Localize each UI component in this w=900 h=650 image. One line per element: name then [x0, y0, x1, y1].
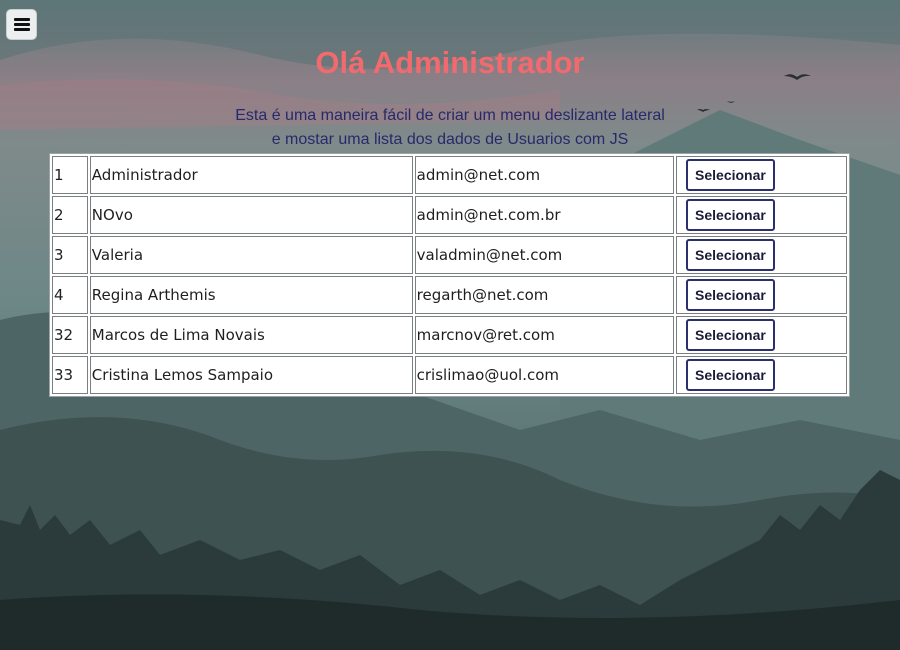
table-row: 2 NOvo admin@net.com.br Selecionar — [52, 196, 847, 234]
user-email-cell: admin@net.com.br — [414, 196, 675, 234]
user-id-cell: 4 — [52, 276, 88, 314]
user-action-cell: Selecionar — [676, 196, 847, 234]
select-user-button[interactable]: Selecionar — [686, 239, 775, 271]
user-email-cell: marcnov@ret.com — [414, 316, 675, 354]
table-row: 1 Administrador admin@net.com Selecionar — [52, 156, 847, 194]
user-id-cell: 32 — [52, 316, 88, 354]
select-user-button[interactable]: Selecionar — [686, 159, 775, 191]
select-user-button[interactable]: Selecionar — [686, 359, 775, 391]
user-email-cell: regarth@net.com — [414, 276, 675, 314]
select-user-button[interactable]: Selecionar — [686, 319, 775, 351]
user-name-cell: NOvo — [89, 196, 413, 234]
subtitle-line-1: Esta é uma maneira fácil de criar um men… — [235, 107, 665, 124]
page-subtitle: Esta é uma maneira fácil de criar um men… — [0, 104, 900, 152]
user-id-cell: 33 — [52, 356, 88, 394]
user-email-cell: admin@net.com — [414, 156, 675, 194]
user-action-cell: Selecionar — [676, 316, 847, 354]
user-name-cell: Administrador — [89, 156, 413, 194]
table-row: 4 Regina Arthemis regarth@net.com Seleci… — [52, 276, 847, 314]
select-user-button[interactable]: Selecionar — [686, 279, 775, 311]
menu-toggle-button[interactable] — [6, 9, 37, 40]
user-id-cell: 1 — [52, 156, 88, 194]
user-name-cell: Cristina Lemos Sampaio — [89, 356, 413, 394]
select-user-button[interactable]: Selecionar — [686, 199, 775, 231]
user-name-cell: Marcos de Lima Novais — [89, 316, 413, 354]
table-row: 3 Valeria valadmin@net.com Selecionar — [52, 236, 847, 274]
user-action-cell: Selecionar — [676, 276, 847, 314]
user-action-cell: Selecionar — [676, 156, 847, 194]
table-row: 33 Cristina Lemos Sampaio crislimao@uol.… — [52, 356, 847, 394]
user-id-cell: 2 — [52, 196, 88, 234]
user-name-cell: Valeria — [89, 236, 413, 274]
subtitle-line-2: e mostar uma lista dos dados de Usuarios… — [271, 131, 629, 148]
page-title: Olá Administrador — [315, 45, 585, 80]
user-action-cell: Selecionar — [676, 236, 847, 274]
user-id-cell: 3 — [52, 236, 88, 274]
user-action-cell: Selecionar — [676, 356, 847, 394]
user-email-cell: crislimao@uol.com — [414, 356, 675, 394]
hamburger-menu-icon — [13, 18, 30, 31]
table-row: 32 Marcos de Lima Novais marcnov@ret.com… — [52, 316, 847, 354]
user-name-cell: Regina Arthemis — [89, 276, 413, 314]
users-table: 1 Administrador admin@net.com Selecionar… — [49, 153, 850, 397]
user-email-cell: valadmin@net.com — [414, 236, 675, 274]
